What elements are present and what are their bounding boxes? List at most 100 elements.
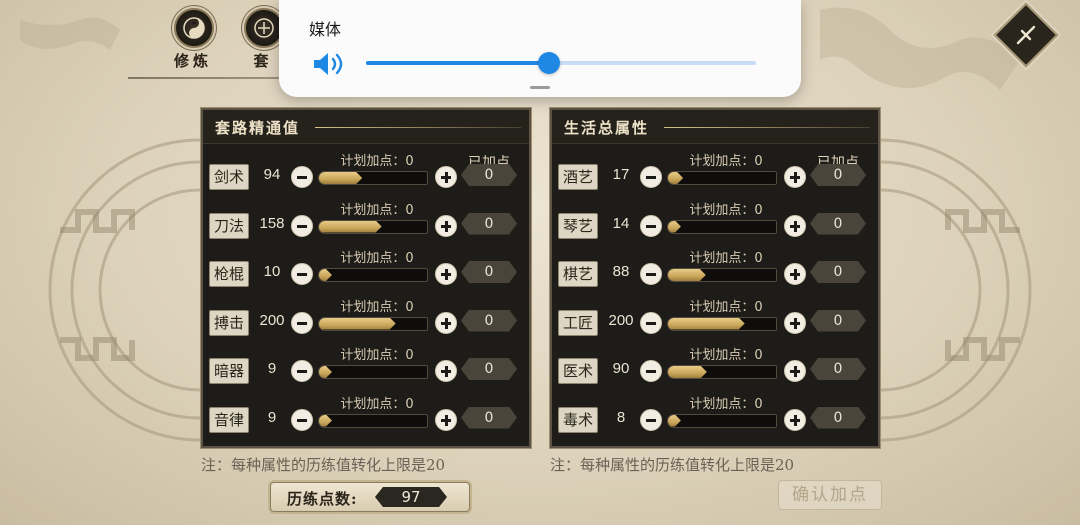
planned-points-label: 计划加点：0 xyxy=(689,396,763,412)
planned-points-bar[interactable] xyxy=(318,219,428,234)
decrease-button[interactable] xyxy=(640,214,662,237)
decrease-button[interactable] xyxy=(291,166,313,188)
plus-icon-vertical xyxy=(445,366,448,377)
planned-points-bar[interactable] xyxy=(667,316,777,331)
increase-button[interactable] xyxy=(784,166,806,188)
decrease-button[interactable] xyxy=(291,311,313,334)
attribute-name: 枪棍 xyxy=(209,261,249,287)
plus-icon-vertical xyxy=(445,317,448,329)
planned-points-bar[interactable] xyxy=(667,268,777,282)
planned-points-label: 计划加点：0 xyxy=(689,299,763,315)
volume-slider-fill xyxy=(366,61,550,65)
increase-button[interactable] xyxy=(784,311,806,334)
attribute-value: 90 xyxy=(612,360,630,377)
minus-icon xyxy=(297,418,307,422)
attribute-value: 200 xyxy=(259,311,285,329)
volume-slider-thumb[interactable] xyxy=(538,52,561,74)
increase-button[interactable] xyxy=(784,408,806,431)
planned-points-bar[interactable] xyxy=(318,316,428,331)
attribute-value: 10 xyxy=(263,263,281,280)
planned-points-bar[interactable] xyxy=(667,413,777,428)
planned-points-fill xyxy=(668,415,681,427)
attribute-name: 酒艺 xyxy=(558,164,598,190)
attribute-row: 医术 90 计划加点：0 0 xyxy=(552,348,878,388)
minus-icon xyxy=(297,273,307,276)
close-button[interactable] xyxy=(993,2,1059,68)
decrease-button[interactable] xyxy=(291,360,313,382)
minus-icon xyxy=(297,321,307,325)
increase-button[interactable] xyxy=(435,214,457,237)
added-points-value: 0 xyxy=(810,213,866,235)
attribute-row: 工匠 200 计划加点：0 0 xyxy=(552,300,878,340)
attribute-row: 毒术 8 计划加点：0 0 xyxy=(552,397,878,437)
added-points-value: 0 xyxy=(810,407,866,429)
planned-points-bar[interactable] xyxy=(318,365,428,379)
increase-button[interactable] xyxy=(435,166,457,188)
plus-icon-vertical xyxy=(794,172,797,183)
life-attributes-panel: 生活总属性 已加点 酒艺 17 计划加点：0 0 琴艺 14 计划加点：0 0 棋艺 88 计划加点… xyxy=(550,108,880,448)
plus-icon-vertical xyxy=(794,220,797,232)
exp-value: 97 xyxy=(375,487,447,507)
planned-points-bar[interactable] xyxy=(667,171,777,185)
added-points-value: 0 xyxy=(461,310,517,332)
decrease-button[interactable] xyxy=(291,214,313,237)
added-points-value: 0 xyxy=(461,358,517,380)
increase-button[interactable] xyxy=(784,360,806,382)
minus-icon xyxy=(297,176,307,179)
plus-icon-vertical xyxy=(794,317,797,329)
decrease-button[interactable] xyxy=(640,166,662,188)
planned-points-fill xyxy=(319,221,382,233)
planned-points-label: 计划加点：0 xyxy=(340,154,414,169)
increase-button[interactable] xyxy=(435,311,457,334)
confirm-points-button[interactable]: 确认加点 xyxy=(778,480,882,510)
minus-icon xyxy=(646,176,656,179)
added-points-value: 0 xyxy=(810,261,866,283)
attribute-name: 音律 xyxy=(209,406,249,433)
decrease-button[interactable] xyxy=(640,408,662,431)
planned-points-bar[interactable] xyxy=(318,171,428,185)
attribute-name: 刀法 xyxy=(209,212,249,239)
routine-mastery-panel: 套路精通值 已加点 剑术 94 计划加点：0 0 刀法 158 计划加点：0 0 枪棍 10 计划加… xyxy=(201,108,531,448)
planned-points-label: 计划加点：0 xyxy=(340,202,414,218)
planned-points-bar[interactable] xyxy=(318,413,428,428)
experience-points: 历练点数: 97 xyxy=(270,482,470,512)
planned-points-label: 计划加点：0 xyxy=(689,154,763,169)
added-points-value: 0 xyxy=(810,310,866,332)
planned-points-bar[interactable] xyxy=(318,268,428,282)
panel-title: 套路精通值 xyxy=(215,119,301,137)
attribute-name: 毒术 xyxy=(558,406,598,433)
planned-points-bar[interactable] xyxy=(667,219,777,234)
planned-points-fill xyxy=(668,366,707,378)
attribute-value: 14 xyxy=(612,214,630,232)
decrease-button[interactable] xyxy=(291,408,313,431)
attribute-row: 刀法 158 计划加点：0 0 xyxy=(203,203,529,243)
decrease-button[interactable] xyxy=(640,360,662,382)
planned-points-fill xyxy=(319,269,332,281)
decrease-button[interactable] xyxy=(640,311,662,334)
attribute-value: 8 xyxy=(616,408,626,426)
media-volume-panel: 媒体 xyxy=(279,0,801,97)
plus-icon-vertical xyxy=(794,414,797,426)
increase-button[interactable] xyxy=(435,263,457,285)
planned-points-fill xyxy=(319,172,362,184)
decrease-button[interactable] xyxy=(291,263,313,285)
decrease-button[interactable] xyxy=(640,263,662,285)
attribute-row: 搏击 200 计划加点：0 0 xyxy=(203,300,529,340)
increase-button[interactable] xyxy=(435,408,457,431)
nav-item-cultivate[interactable]: 修炼 xyxy=(156,8,230,72)
speaker-icon[interactable] xyxy=(312,51,346,77)
panel-header: 套路精通值 xyxy=(203,110,529,144)
planned-points-bar[interactable] xyxy=(667,365,777,379)
increase-button[interactable] xyxy=(784,214,806,237)
increase-button[interactable] xyxy=(435,360,457,382)
minus-icon xyxy=(646,321,656,325)
right-note: 注：每种属性的历练值转化上限是20 xyxy=(550,456,795,474)
left-note: 注：每种属性的历练值转化上限是20 xyxy=(201,456,446,474)
attribute-row: 剑术 94 计划加点：0 0 xyxy=(203,154,529,194)
plus-icon-vertical xyxy=(445,172,448,183)
attribute-value: 200 xyxy=(608,311,634,329)
increase-button[interactable] xyxy=(784,263,806,285)
volume-slider-track[interactable] xyxy=(366,61,756,65)
panel-drag-handle[interactable] xyxy=(530,86,550,89)
close-icon xyxy=(1016,25,1036,45)
